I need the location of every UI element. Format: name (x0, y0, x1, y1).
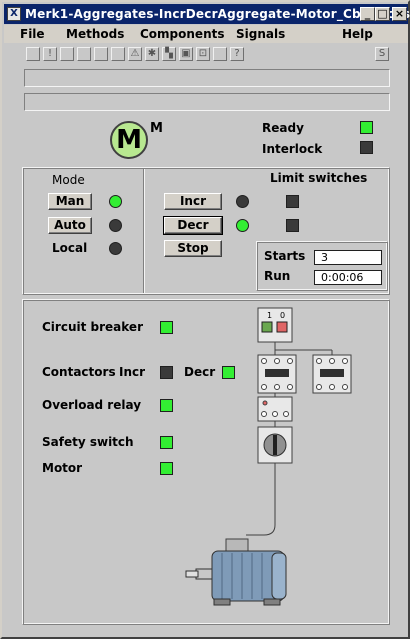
close-button[interactable]: × (392, 7, 407, 21)
signature-icon[interactable]: S (375, 47, 389, 61)
motor-symbol: M (116, 125, 142, 155)
message-field-2 (24, 93, 390, 111)
circuit-breaker-icon[interactable] (257, 307, 293, 343)
local-led (109, 242, 122, 255)
contactor-decr-icon[interactable] (312, 354, 352, 394)
starts-value: 3 (314, 250, 382, 265)
starts-label: Starts (264, 249, 306, 263)
contactor-incr-label: Incr (119, 365, 146, 379)
incr-led (236, 195, 249, 208)
motor-icon[interactable] (185, 538, 287, 606)
overload-relay-icon[interactable] (257, 396, 293, 422)
toolbar-blank-icon[interactable] (94, 47, 108, 61)
window: X Merk1-Aggregates-IncrDecrAggregate-Mot… (0, 0, 410, 639)
schematic-diagram: 1 0 (185, 307, 352, 606)
motor-label: Motor (42, 461, 83, 475)
contactors-label: Contactors (42, 365, 116, 379)
stop-button[interactable]: Stop (164, 240, 222, 257)
safety-switch-icon[interactable] (257, 426, 293, 464)
menu-signals[interactable]: Signals (236, 27, 285, 41)
toolbar-blank-icon[interactable] (60, 47, 74, 61)
menu-file[interactable]: File (20, 27, 45, 41)
asterisk-icon[interactable]: ✱ (145, 47, 159, 61)
motor-symbol-icon: M (110, 121, 148, 159)
run-label: Run (264, 269, 291, 283)
maximize-button[interactable]: □ (375, 7, 390, 21)
help-icon[interactable]: ? (230, 47, 244, 61)
app-icon[interactable]: X (7, 7, 21, 21)
decr-button[interactable]: Decr (163, 216, 223, 235)
incr-button[interactable]: Incr (164, 193, 222, 210)
ready-label: Ready (262, 121, 304, 135)
upper-limit-indicator (286, 195, 299, 208)
limit-switches-title: Limit switches (270, 171, 368, 185)
safety-switch-label: Safety switch (42, 435, 134, 449)
window-icon[interactable]: ▣ (179, 47, 193, 61)
toolbar-blank-icon[interactable] (111, 47, 125, 61)
toolbar-blank-icon[interactable] (213, 47, 227, 61)
overload-relay-label: Overload relay (42, 398, 142, 412)
run-value: 0:00:06 (314, 270, 382, 285)
man-led (109, 195, 122, 208)
message-field-1 (24, 69, 390, 87)
contactor-incr-icon[interactable] (257, 354, 297, 394)
panel-divider (144, 169, 145, 293)
block-graph-icon[interactable]: ▚ (162, 47, 176, 61)
ready-indicator (360, 121, 373, 134)
auto-button[interactable]: Auto (48, 217, 92, 234)
plug-icon[interactable]: ⊡ (196, 47, 210, 61)
mode-title: Mode (52, 173, 85, 187)
interlock-label: Interlock (262, 142, 323, 156)
alarm-icon[interactable]: ! (43, 47, 57, 61)
toolbar-blank-icon[interactable] (77, 47, 91, 61)
motor-superscript: M (150, 121, 163, 136)
menu-help[interactable]: Help (342, 27, 373, 41)
circuit-breaker-label: Circuit breaker (42, 320, 143, 334)
man-button[interactable]: Man (48, 193, 92, 210)
lower-limit-indicator (286, 219, 299, 232)
menu-components[interactable]: Components (140, 27, 225, 41)
window-title: Merk1-Aggregates-IncrDecrAggregate-Motor… (25, 7, 410, 21)
minimize-button[interactable]: _ (360, 7, 375, 21)
breaker-label-0: 0 (280, 311, 285, 320)
local-label: Local (52, 241, 88, 255)
interlock-indicator (360, 141, 373, 154)
content-area: ! ⚠ ✱ ▚ ▣ ⊡ ? S M M Ready Interlock Mode… (12, 43, 402, 628)
menu-bar: File Methods Components Signals Help (4, 25, 408, 43)
warning-icon[interactable]: ⚠ (128, 47, 142, 61)
toolbar-blank-icon[interactable] (26, 47, 40, 61)
title-bar[interactable]: X Merk1-Aggregates-IncrDecrAggregate-Mot… (4, 4, 410, 24)
breaker-label-1: 1 (267, 311, 272, 320)
auto-led (109, 219, 122, 232)
decr-led (236, 219, 249, 232)
menu-methods[interactable]: Methods (66, 27, 124, 41)
